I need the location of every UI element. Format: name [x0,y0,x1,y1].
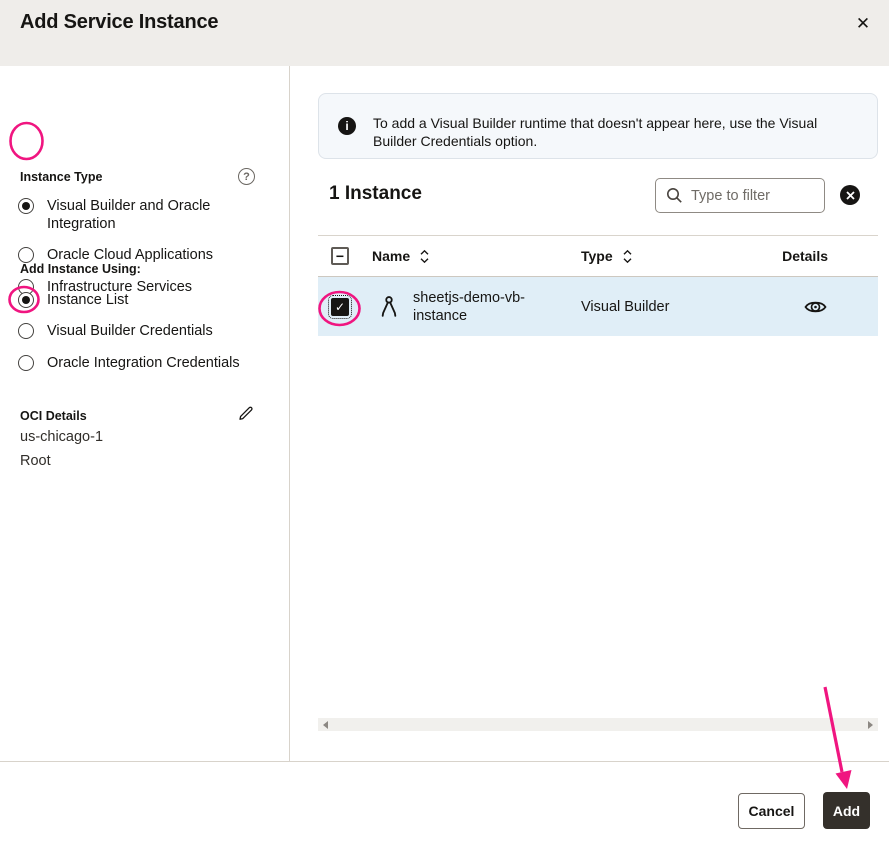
radio-selected-icon [18,292,34,308]
add-service-instance-dialog: Add Service Instance ✕ Instance Type ? V… [0,0,889,845]
add-instance-using-section-header: Add Instance Using: [20,262,255,276]
table-row[interactable]: ✓ sheetjs-demo-vb-instance Visual Builde… [318,277,878,336]
oci-details-label: OCI Details [20,409,87,423]
search-icon [666,187,683,204]
clear-filter-icon[interactable] [840,185,860,205]
details-eye-icon[interactable] [803,296,828,318]
edit-pencil-icon[interactable] [237,404,255,427]
footer-divider [0,761,889,762]
radio-oracle-integration-credentials[interactable]: Oracle Integration Credentials [18,354,240,372]
main-panel: i To add a Visual Builder runtime that d… [318,66,878,761]
info-banner-text: To add a Visual Builder runtime that doe… [373,114,837,150]
column-label: Type [581,248,613,264]
filter-box [655,178,825,213]
table-header-row: − Name Type [318,235,878,277]
radio-icon [18,247,34,263]
radio-selected-icon [18,198,34,214]
oci-compartment-value: Root [20,453,51,469]
info-icon: i [338,117,356,135]
instance-type-section-header: Instance Type ? [20,168,255,185]
sort-icon [622,249,633,264]
cancel-button[interactable]: Cancel [738,793,805,829]
scroll-left-arrow-icon[interactable] [323,721,328,729]
instance-table: − Name Type [318,235,878,336]
radio-label: Oracle Integration Credentials [47,354,240,372]
select-all-checkbox[interactable]: − [331,247,349,265]
select-all-cell: − [318,247,372,265]
info-banner: i To add a Visual Builder runtime that d… [318,93,878,159]
sort-icon [419,249,430,264]
dialog-header: Add Service Instance ✕ [0,0,889,66]
instance-type-value: Visual Builder [581,299,781,315]
row-checkbox-cell: ✓ [318,298,372,316]
sidebar: Instance Type ? Visual Builder and Oracl… [0,66,290,761]
radio-icon [18,355,34,371]
column-label: Name [372,248,410,264]
column-header-name[interactable]: Name [372,248,581,264]
add-instance-using-label: Add Instance Using: [20,262,141,276]
scroll-right-arrow-icon[interactable] [868,721,873,729]
radio-label: Visual Builder and Oracle Integration [47,197,215,233]
column-header-details: Details [781,248,878,264]
radio-label: Instance List [47,291,128,309]
radio-instance-list[interactable]: Instance List [18,291,128,309]
dialog-title: Add Service Instance [20,11,218,34]
row-details-cell [781,296,878,318]
add-button[interactable]: Add [823,792,870,829]
instance-name: sheetjs-demo-vb-instance [413,289,545,325]
radio-icon [18,323,34,339]
radio-visual-builder-and-oracle-integration[interactable]: Visual Builder and Oracle Integration [18,197,215,233]
instance-count-heading: 1 Instance [329,183,422,205]
oci-region-value: us-chicago-1 [20,429,103,445]
column-header-type[interactable]: Type [581,248,781,264]
row-name-cell: sheetjs-demo-vb-instance [372,289,581,325]
oci-details-section-header: OCI Details [20,404,255,427]
visual-builder-compass-icon [378,294,400,320]
close-icon[interactable]: ✕ [851,12,875,36]
row-checkbox-checked[interactable]: ✓ [331,298,349,316]
horizontal-scrollbar[interactable] [318,718,878,731]
instance-type-label: Instance Type [20,170,102,184]
radio-label: Visual Builder Credentials [47,322,213,340]
column-label: Details [782,248,828,264]
annotation-arrow-head [836,770,852,789]
filter-input[interactable] [691,188,809,204]
help-icon[interactable]: ? [238,168,255,185]
radio-visual-builder-credentials[interactable]: Visual Builder Credentials [18,322,213,340]
